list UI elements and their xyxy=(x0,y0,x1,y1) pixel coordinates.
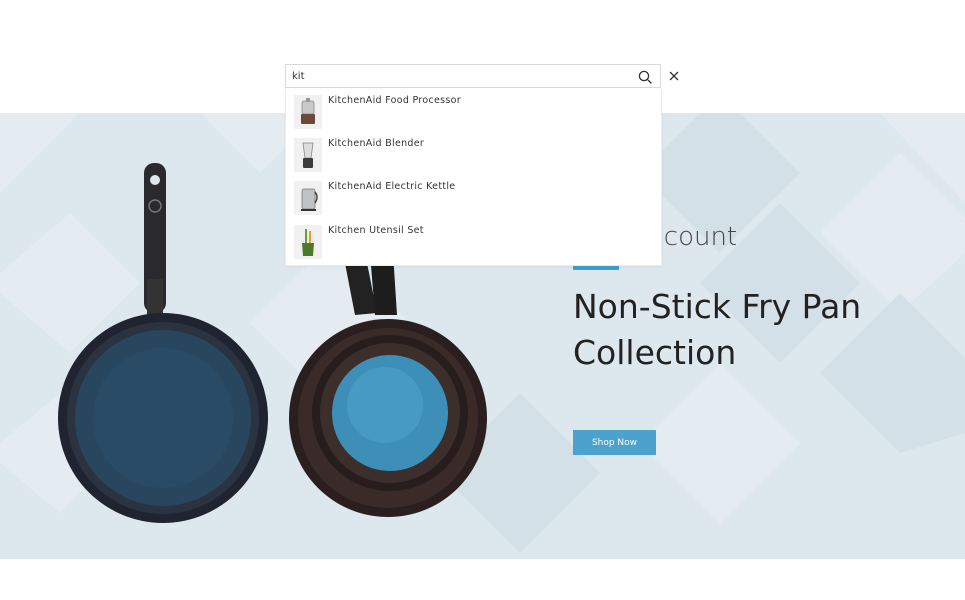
kettle-icon xyxy=(294,181,322,215)
search-result-item[interactable]: Kitchen Utensil Set xyxy=(294,225,644,261)
hero-title: Non-Stick Fry Pan Collection xyxy=(573,287,862,372)
search-result-label: Kitchen Utensil Set xyxy=(328,225,424,236)
blender-icon xyxy=(294,138,322,172)
search-result-label: KitchenAid Food Processor xyxy=(328,95,461,106)
search-button[interactable] xyxy=(636,68,654,86)
shop-now-button[interactable]: Shop Now xyxy=(573,430,656,455)
search-result-item[interactable]: KitchenAid Electric Kettle xyxy=(294,181,644,217)
fry-pan-image-left xyxy=(58,163,268,523)
utensil-set-icon xyxy=(294,225,322,259)
search-result-item[interactable]: KitchenAid Food Processor xyxy=(294,95,644,131)
search-result-item[interactable]: KitchenAid Blender xyxy=(294,138,644,174)
close-icon xyxy=(669,71,679,81)
accent-line xyxy=(573,266,619,270)
search-bar xyxy=(285,64,661,88)
search-icon xyxy=(638,70,652,84)
page-footer-area xyxy=(0,559,965,600)
search-results-dropdown: KitchenAid Food Processor KitchenAid Ble… xyxy=(285,89,662,266)
search-result-label: KitchenAid Electric Kettle xyxy=(328,181,456,192)
close-search-button[interactable] xyxy=(666,68,682,84)
food-processor-icon xyxy=(294,95,322,129)
fry-pan-image-right xyxy=(289,253,487,517)
search-result-label: KitchenAid Blender xyxy=(328,138,425,149)
search-input[interactable] xyxy=(292,68,622,84)
